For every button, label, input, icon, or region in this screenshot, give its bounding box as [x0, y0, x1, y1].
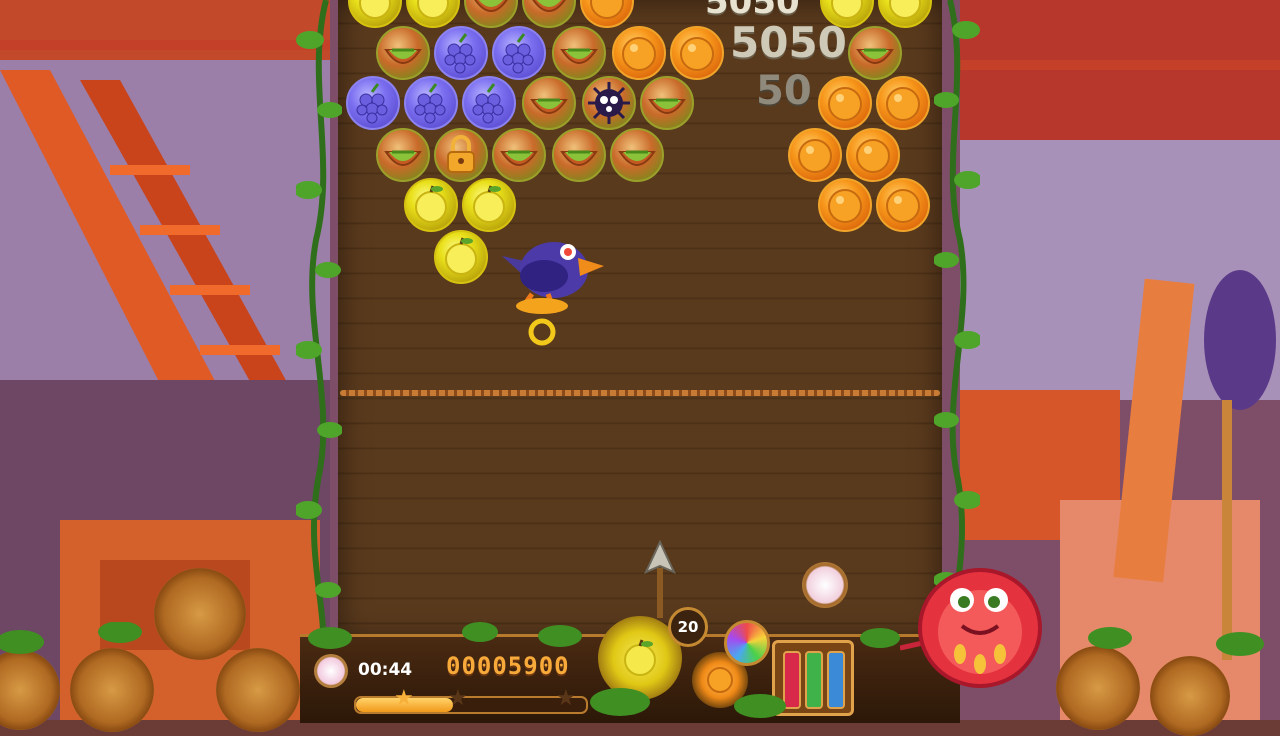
orange-icon	[707, 667, 733, 693]
grape-bubble	[492, 26, 546, 80]
apple-icon	[624, 639, 656, 676]
melon-bubble	[522, 0, 576, 28]
orange-icon	[886, 87, 920, 121]
apple-icon	[415, 185, 447, 223]
melon-bubble	[640, 76, 694, 130]
spiky-bomb-icon	[588, 82, 630, 124]
apple-bubble	[462, 178, 516, 232]
orange-bubble	[846, 128, 900, 182]
gear-icon	[216, 648, 300, 732]
melon-icon	[530, 98, 568, 114]
melon-bubble	[552, 26, 606, 80]
score-popup-big: 5050	[730, 18, 847, 67]
melon-bubble	[464, 0, 518, 28]
orange-bubble	[580, 0, 634, 28]
grape-bubble	[404, 76, 458, 130]
grape-icon	[414, 83, 446, 124]
melon-icon	[856, 48, 894, 64]
shots-left-badge: 20	[668, 607, 708, 647]
apple-bubble	[878, 0, 932, 28]
spiky-bomb-bubble	[582, 76, 636, 130]
star-icon-3: ★	[556, 686, 576, 711]
apple-icon	[889, 0, 921, 19]
score-popup-small: 50	[756, 68, 812, 114]
melon-icon	[474, 0, 508, 12]
locked-bubble	[434, 128, 488, 182]
clock-icon	[314, 654, 348, 688]
melon-bubble	[848, 26, 902, 80]
grape-bubble	[434, 26, 488, 80]
melon-icon	[532, 0, 566, 12]
melon-bubble	[552, 128, 606, 182]
green-tube	[805, 651, 823, 709]
tomato-mascot-icon	[900, 568, 1042, 688]
orange-icon	[798, 139, 832, 173]
padlock-icon	[447, 135, 475, 173]
gear-icon	[154, 568, 246, 660]
melon-icon	[500, 150, 538, 166]
orange-bubble	[876, 76, 930, 130]
crow-enemy-icon	[502, 242, 604, 346]
gauge-icon	[802, 562, 848, 608]
grape-icon	[472, 83, 504, 124]
melon-icon	[384, 48, 422, 64]
melon-bubble	[492, 128, 546, 182]
grape-bubble	[346, 76, 400, 130]
apple-icon	[417, 0, 449, 19]
melon-bubble	[610, 128, 664, 182]
orange-bubble	[788, 128, 842, 182]
apple-bubble	[406, 0, 460, 28]
star-icon-2: ★	[448, 686, 468, 711]
gear-icon	[70, 648, 154, 732]
apple-bubble	[434, 230, 488, 284]
score-text: 00005900	[446, 652, 570, 680]
apple-icon	[445, 237, 477, 275]
apple-icon	[473, 185, 505, 223]
grape-icon	[444, 33, 476, 74]
orange-icon	[680, 37, 714, 71]
rainbow-booster[interactable]	[724, 620, 770, 666]
left-vine	[296, 0, 342, 660]
melon-icon	[618, 150, 656, 166]
arrow-aim-icon[interactable]	[640, 540, 680, 620]
melon-icon	[560, 150, 598, 166]
melon-icon	[648, 98, 686, 114]
orange-icon	[856, 139, 890, 173]
star-icon-1: ★	[394, 686, 414, 711]
grape-icon	[356, 83, 388, 124]
blue-tube	[827, 651, 845, 709]
orange-bubble	[670, 26, 724, 80]
apple-bubble	[348, 0, 402, 28]
orange-icon	[828, 189, 862, 223]
melon-icon	[384, 150, 422, 166]
gear-icon	[1150, 656, 1230, 736]
melon-bubble	[376, 26, 430, 80]
orange-icon	[622, 37, 656, 71]
red-tube	[783, 651, 801, 709]
apple-icon	[359, 0, 391, 19]
orange-bubble	[876, 178, 930, 232]
orange-icon	[886, 189, 920, 223]
level-progress-bar	[354, 696, 588, 714]
orange-bubble	[818, 178, 872, 232]
deadline-rope	[340, 390, 940, 396]
orange-bubble	[818, 76, 872, 130]
grape-bubble	[462, 76, 516, 130]
orange-icon	[590, 0, 624, 19]
grape-icon	[502, 33, 534, 74]
timer-text: 00:44	[358, 660, 413, 680]
booster-crate[interactable]	[772, 640, 854, 716]
melon-icon	[560, 48, 598, 64]
melon-bubble	[376, 128, 430, 182]
melon-bubble	[522, 76, 576, 130]
orange-bubble	[612, 26, 666, 80]
apple-bubble	[404, 178, 458, 232]
orange-icon	[828, 87, 862, 121]
